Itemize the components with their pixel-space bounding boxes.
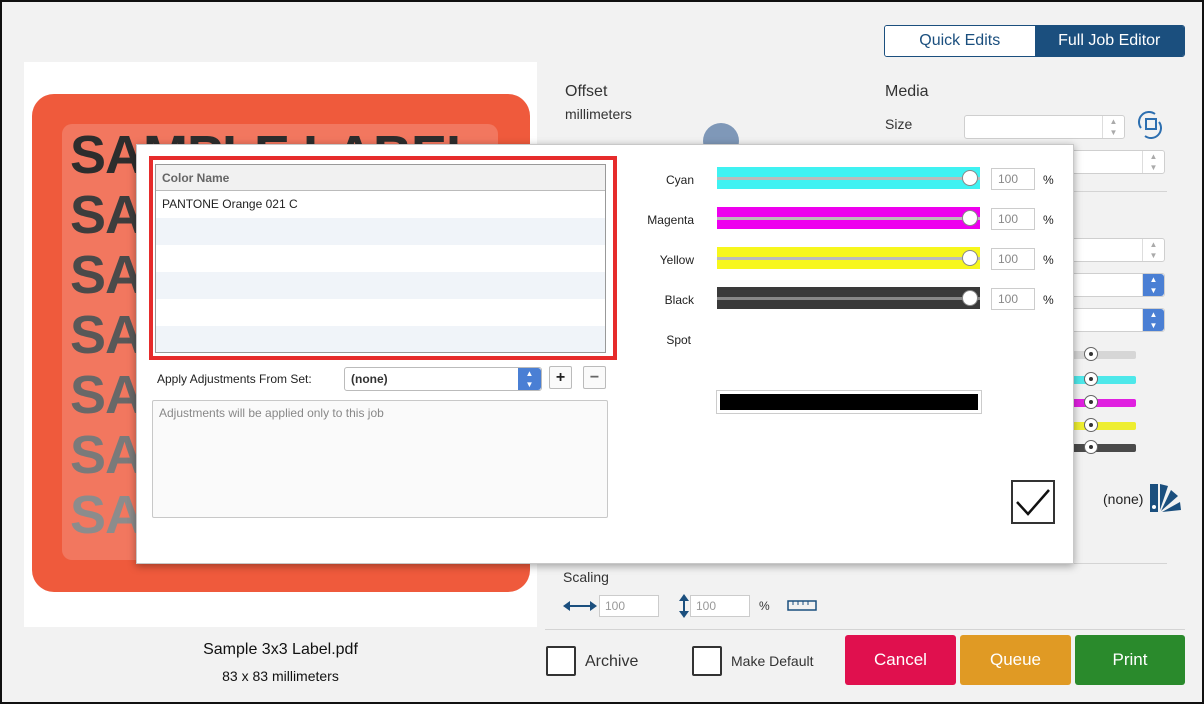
media-size-select[interactable]: ▲ ▼	[964, 115, 1125, 139]
percent-sign: %	[1043, 253, 1054, 267]
adjustment-set-select[interactable]: (none) ▲ ▼	[344, 367, 542, 391]
black-slider[interactable]	[717, 287, 980, 309]
offset-title: Offset	[565, 83, 608, 100]
app-window: Quick Edits Full Job Editor SAMPLE LABEL…	[0, 0, 1204, 704]
black-value-input[interactable]: 100	[991, 288, 1035, 310]
full-job-editor-tab[interactable]: Full Job Editor	[1034, 26, 1184, 56]
mode-toggle: Quick Edits Full Job Editor	[884, 25, 1185, 57]
spot-label: Spot	[666, 333, 691, 347]
black-label: Black	[664, 293, 694, 307]
scaling-width-input[interactable]: 100	[599, 595, 659, 617]
offset-units: millimeters	[565, 106, 632, 122]
apply-adjustments-label: Apply Adjustments From Set:	[157, 372, 312, 386]
make-default-checkbox[interactable]	[692, 646, 722, 676]
media-size-label: Size	[885, 116, 913, 132]
cyan-slider[interactable]	[717, 167, 980, 189]
file-name: Sample 3x3 Label.pdf	[203, 641, 358, 658]
file-dimensions: 83 x 83 millimeters	[222, 668, 339, 684]
percent-sign: %	[1043, 173, 1054, 187]
color-set-value: (none)	[1103, 491, 1144, 507]
setting-select-3[interactable]: ▲ ▼	[1062, 308, 1165, 332]
spot-color-swatch[interactable]	[716, 390, 982, 414]
archive-label: Archive	[585, 653, 639, 670]
media-title: Media	[885, 83, 929, 100]
mini-slider-yellow[interactable]	[1072, 418, 1136, 432]
setting-select-1[interactable]: ▲ ▼	[1062, 238, 1165, 262]
mini-slider-magenta[interactable]	[1072, 395, 1136, 409]
mini-slider-gray[interactable]	[1072, 347, 1136, 361]
yellow-value-input[interactable]: 100	[991, 248, 1035, 270]
mini-slider-cyan[interactable]	[1072, 372, 1136, 386]
highlight-frame	[149, 156, 617, 360]
magenta-value-input[interactable]: 100	[991, 208, 1035, 230]
divider	[1074, 191, 1167, 192]
rotate-icon[interactable]	[1133, 108, 1167, 142]
percent-sign: %	[1043, 293, 1054, 307]
add-set-button[interactable]: +	[549, 366, 572, 389]
scaling-height-input[interactable]: 100	[690, 595, 750, 617]
percent-sign: %	[1043, 213, 1054, 227]
remove-set-button[interactable]: −	[583, 366, 606, 389]
setting-select-2[interactable]: ▲ ▼	[1062, 273, 1165, 297]
media-type-select[interactable]: ▲ ▼	[1062, 150, 1165, 174]
divider	[545, 629, 1185, 630]
mini-slider-black[interactable]	[1072, 440, 1136, 454]
archive-checkbox[interactable]	[546, 646, 576, 676]
adjustment-set-value: (none)	[351, 372, 388, 386]
yellow-label: Yellow	[659, 253, 694, 267]
cyan-label: Cyan	[665, 173, 694, 187]
quick-edits-tab[interactable]: Quick Edits	[885, 26, 1035, 56]
height-arrow-icon	[679, 594, 689, 618]
color-adjustment-dialog: Color Name PANTONE Orange 021 C Apply Ad…	[136, 144, 1074, 564]
scaling-title: Scaling	[563, 569, 609, 585]
cyan-value-input[interactable]: 100	[991, 168, 1035, 190]
print-button[interactable]: Print	[1075, 635, 1185, 685]
cancel-button[interactable]: Cancel	[845, 635, 956, 685]
confirm-button[interactable]	[1011, 480, 1055, 524]
checkmark-icon	[1016, 489, 1050, 516]
make-default-label: Make Default	[731, 653, 814, 669]
ruler-icon[interactable]	[787, 600, 817, 612]
queue-button[interactable]: Queue	[960, 635, 1071, 685]
color-fan-icon[interactable]	[1148, 480, 1184, 514]
yellow-slider[interactable]	[717, 247, 980, 269]
magenta-slider[interactable]	[717, 207, 980, 229]
magenta-label: Magenta	[647, 213, 694, 227]
width-arrow-icon	[563, 601, 597, 611]
adjustments-note[interactable]: Adjustments will be applied only to this…	[152, 400, 608, 518]
scaling-unit: %	[759, 599, 770, 613]
